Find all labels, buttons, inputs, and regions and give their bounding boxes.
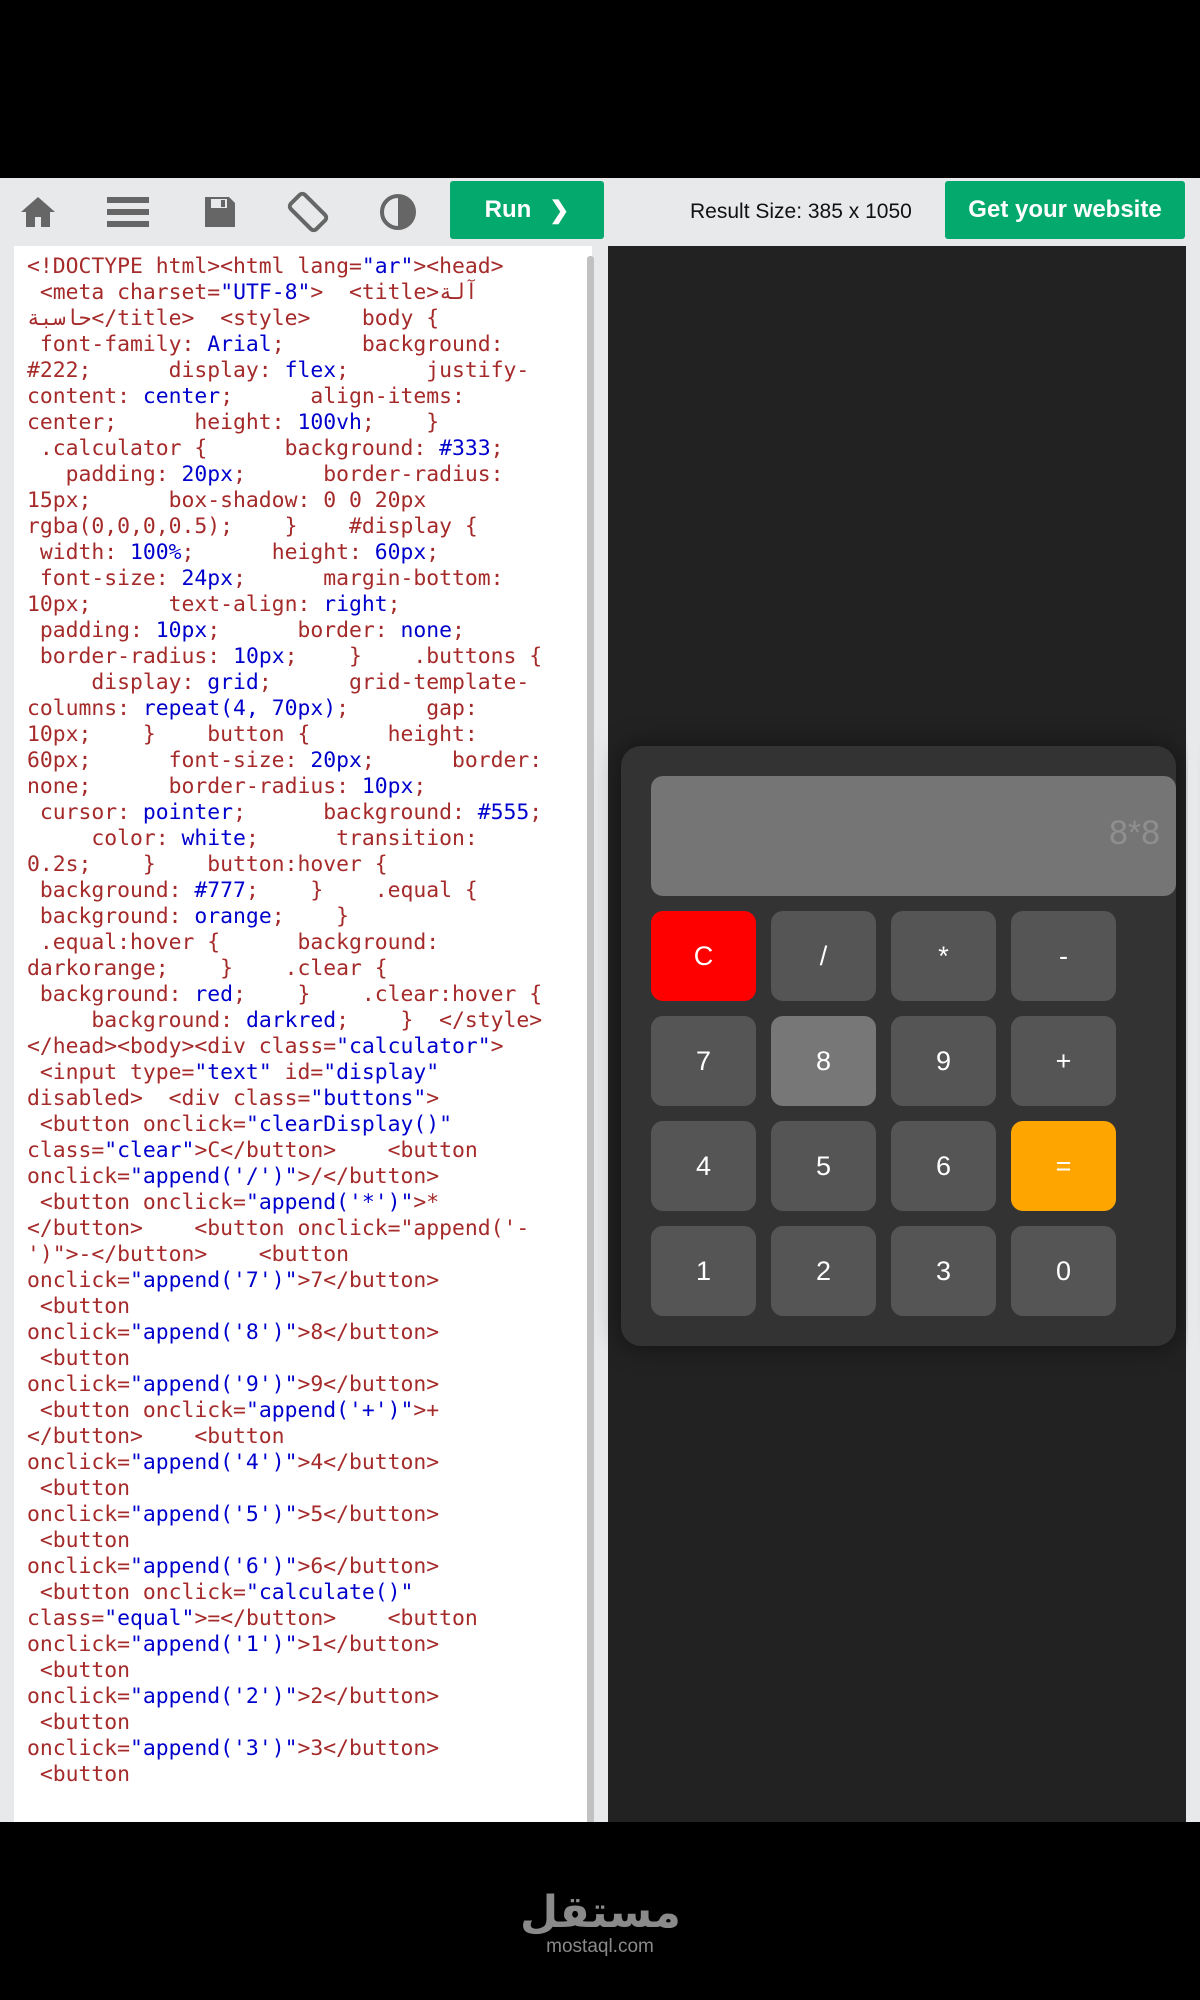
code-line: .calculator { background: #333; xyxy=(27,436,504,461)
code-line: color: white; transition: xyxy=(27,826,478,851)
code-line: <!DOCTYPE html><html lang="ar"><head> xyxy=(27,254,504,279)
code-line: <button onclick="append('*')">* xyxy=(27,1190,440,1215)
code-editor-pane: <!DOCTYPE html><html lang="ar"><head> <m… xyxy=(0,246,602,1840)
code-line: <button xyxy=(27,1476,131,1501)
code-line: 10px; } button { height: xyxy=(27,722,478,747)
code-line: background: orange; } xyxy=(27,904,349,929)
code-line: disabled> <div class="buttons"> xyxy=(27,1086,440,1111)
code-line: <button onclick="append('+')">+ xyxy=(27,1398,440,1423)
calc-key[interactable]: 4 xyxy=(651,1121,756,1211)
code-line: ')">-</button> <button xyxy=(27,1242,349,1267)
result-scrollbar[interactable] xyxy=(1188,246,1198,1822)
code-line: padding: 10px; border: none; xyxy=(27,618,465,643)
code-line: center; height: 100vh; } xyxy=(27,410,440,435)
code-line: <meta charset="UTF-8"> <title>آلة xyxy=(27,280,478,305)
code-line: padding: 20px; border-radius: xyxy=(27,462,504,487)
logo-arabic-text: مستقل xyxy=(520,1887,681,1938)
code-line: onclick="append('4')">4</button> xyxy=(27,1450,440,1475)
code-line: onclick="append('8')">8</button> xyxy=(27,1320,440,1345)
code-line: حاسبة</title> <style> body { xyxy=(27,306,440,331)
code-line: onclick="append('3')">3</button> xyxy=(27,1736,440,1761)
code-line: width: 100%; height: 60px; xyxy=(27,540,440,565)
calc-key[interactable]: 3 xyxy=(891,1226,996,1316)
code-line: </button> <button xyxy=(27,1424,285,1449)
mostaql-logo: مستقل mostaql.com xyxy=(520,1887,681,1958)
code-line: font-size: 24px; margin-bottom: xyxy=(27,566,504,591)
calc-key[interactable]: 1 xyxy=(651,1226,756,1316)
logo-domain-text: mostaql.com xyxy=(546,1936,654,1957)
contrast-icon[interactable] xyxy=(376,192,420,232)
code-line: <button xyxy=(27,1658,131,1683)
calc-key[interactable]: - xyxy=(1011,911,1116,1001)
code-line: onclick="append('2')">2</button> xyxy=(27,1684,440,1709)
code-line: <button onclick="calculate()" xyxy=(27,1580,414,1605)
menu-icon[interactable] xyxy=(106,192,150,232)
code-line: onclick="append('/')">/</button> xyxy=(27,1164,440,1189)
code-line: <input type="text" id="display" xyxy=(27,1060,440,1085)
code-scrollbar[interactable] xyxy=(587,256,594,1840)
code-line: background: #777; } .equal { xyxy=(27,878,478,903)
code-line: border-radius: 10px; } .buttons { xyxy=(27,644,543,669)
code-line: <button xyxy=(27,1710,131,1735)
code-line: <button onclick="clearDisplay()" xyxy=(27,1112,452,1137)
code-line: class="clear">C</button> <button xyxy=(27,1138,478,1163)
code-line: 0.2s; } button:hover { xyxy=(27,852,388,877)
code-line: background: darkred; } </style> xyxy=(27,1008,543,1033)
result-pane: 8*8 C / * - 7 8 9 +4 5 6 = 1 2 3 0 xyxy=(602,246,1200,1822)
code-line: onclick="append('9')">9</button> xyxy=(27,1372,440,1397)
result-frame: 8*8 C / * - 7 8 9 +4 5 6 = 1 2 3 0 xyxy=(608,246,1186,1822)
run-label: Run xyxy=(484,196,532,223)
calc-key[interactable]: 9 xyxy=(891,1016,996,1106)
chevron-right-icon: ❯ xyxy=(549,196,570,224)
calc-key[interactable]: 0 xyxy=(1011,1226,1116,1316)
code-line: <button xyxy=(27,1346,131,1371)
code-line: rgba(0,0,0,0.5); } #display { xyxy=(27,514,478,539)
calc-key[interactable]: 5 xyxy=(771,1121,876,1211)
code-line: none; border-radius: 10px; xyxy=(27,774,427,799)
code-line: font-family: Arial; background: xyxy=(27,332,504,357)
calc-key[interactable]: = xyxy=(1011,1121,1116,1211)
save-icon[interactable] xyxy=(198,192,242,232)
calculator: 8*8 C / * - 7 8 9 +4 5 6 = 1 2 3 0 xyxy=(621,746,1176,1346)
code-line: </button> <button onclick="append('- xyxy=(27,1216,530,1241)
code-line: 15px; box-shadow: 0 0 20px xyxy=(27,488,427,513)
calc-key[interactable]: * xyxy=(891,911,996,1001)
code-line: .equal:hover { background: xyxy=(27,930,440,955)
code-line: display: grid; grid-template- xyxy=(27,670,530,695)
run-button[interactable]: Run ❯ xyxy=(450,181,604,239)
code-line: cursor: pointer; background: #555; xyxy=(27,800,543,825)
code-line: onclick="append('6')">6</button> xyxy=(27,1554,440,1579)
code-text[interactable]: <!DOCTYPE html><html lang="ar"><head> <m… xyxy=(27,254,587,1788)
code-line: #222; display: flex; justify- xyxy=(27,358,530,383)
calc-key[interactable]: 7 xyxy=(651,1016,756,1106)
code-line: onclick="append('7')">7</button> xyxy=(27,1268,440,1293)
code-line: onclick="append('5')">5</button> xyxy=(27,1502,440,1527)
code-line: <button xyxy=(27,1762,131,1787)
code-line: 60px; font-size: 20px; border: xyxy=(27,748,543,773)
code-line: columns: repeat(4, 70px); gap: xyxy=(27,696,478,721)
code-line: class="equal">=</button> <button xyxy=(27,1606,478,1631)
code-editor[interactable]: <!DOCTYPE html><html lang="ar"><head> <m… xyxy=(14,246,592,1822)
calc-key[interactable]: / xyxy=(771,911,876,1001)
calc-key[interactable]: 2 xyxy=(771,1226,876,1316)
code-line: darkorange; } .clear { xyxy=(27,956,388,981)
code-line: <button xyxy=(27,1294,131,1319)
get-your-website-button[interactable]: Get your website xyxy=(945,181,1185,239)
result-size-label: Result Size: 385 x 1050 xyxy=(690,200,912,223)
editor-toolbar: Run ❯ Result Size: 385 x 1050 Get your w… xyxy=(0,178,1200,246)
calc-key[interactable]: C xyxy=(651,911,756,1001)
code-line: </head><body><div class="calculator"> xyxy=(27,1034,504,1059)
home-icon[interactable] xyxy=(16,192,60,232)
calc-key[interactable]: 6 xyxy=(891,1121,996,1211)
code-line: background: red; } .clear:hover { xyxy=(27,982,543,1007)
calc-key[interactable]: + xyxy=(1011,1016,1116,1106)
footer: مستقل mostaql.com xyxy=(0,1822,1200,2000)
calc-key[interactable]: 8 xyxy=(771,1016,876,1106)
rotate-icon[interactable] xyxy=(286,191,330,233)
code-line: onclick="append('1')">1</button> xyxy=(27,1632,440,1657)
code-line: 10px; text-align: right; xyxy=(27,592,401,617)
code-line: <button xyxy=(27,1528,131,1553)
calculator-display: 8*8 xyxy=(651,776,1176,896)
code-line: content: center; align-items: xyxy=(27,384,465,409)
